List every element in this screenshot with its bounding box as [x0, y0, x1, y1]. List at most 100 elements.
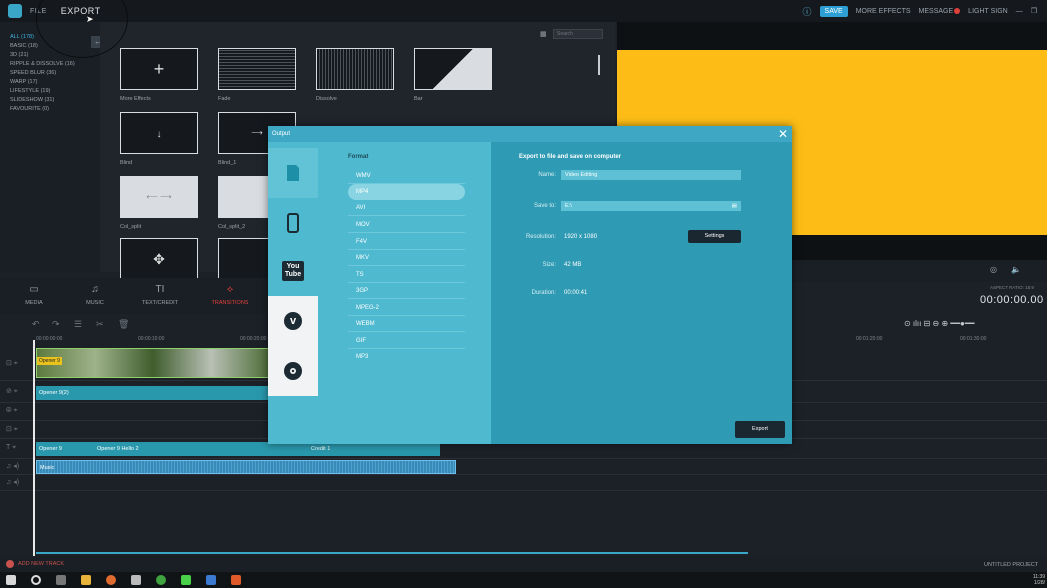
- format-item-ts[interactable]: TS: [348, 267, 465, 283]
- more-effects-link[interactable]: MORE EFFECTS: [856, 8, 911, 15]
- effect-blind[interactable]: ↓: [120, 112, 198, 154]
- format-item-3gp[interactable]: 3GP: [348, 283, 465, 299]
- format-item-avi[interactable]: AVI: [348, 200, 465, 216]
- browser-icon[interactable]: [106, 575, 116, 585]
- category-slideshow[interactable]: SLIDESHOW (31): [0, 95, 100, 104]
- app-icon[interactable]: [231, 575, 241, 585]
- category-speed-blur[interactable]: SPEED BLUR (36): [0, 68, 100, 77]
- music-icon: ♫: [91, 284, 99, 295]
- folder-icon: ▭: [29, 284, 39, 295]
- tab-text-credit[interactable]: TEXT/CREDIT: [130, 300, 190, 306]
- destination-youtube[interactable]: You Tube: [268, 246, 318, 296]
- task-view-icon[interactable]: [56, 575, 66, 585]
- playhead[interactable]: [33, 340, 35, 568]
- message-link[interactable]: MESSAGE: [918, 7, 961, 15]
- size-label: Size:: [542, 262, 556, 268]
- category-lifestyle[interactable]: LIFESTYLE (19): [0, 86, 100, 95]
- save-button[interactable]: SAVE: [819, 5, 848, 17]
- destination-device[interactable]: [268, 148, 318, 198]
- destination-dvd[interactable]: [268, 346, 318, 396]
- effect-more-effects[interactable]: +: [120, 48, 198, 90]
- track-audio-2: ♫ ◂): [0, 475, 1047, 491]
- category-warp[interactable]: WARP (17): [0, 77, 100, 86]
- minimize-icon[interactable]: —: [1016, 8, 1023, 15]
- windows-start-icon[interactable]: [6, 575, 16, 585]
- format-item-mov[interactable]: MOV: [348, 217, 465, 233]
- name-label: Name:: [538, 172, 556, 178]
- format-item-wmv[interactable]: WMV: [348, 168, 465, 184]
- app-icon[interactable]: [181, 575, 191, 585]
- ruler-label: 00:01:20:00: [856, 336, 883, 342]
- undo-icon[interactable]: ↶: [32, 319, 40, 330]
- tab-media[interactable]: MEDIA: [4, 300, 64, 306]
- grid-view-icon[interactable]: ▦: [540, 30, 547, 38]
- effect-label: Col_split: [120, 224, 142, 230]
- effect-fade[interactable]: [218, 48, 296, 90]
- format-item-mkv[interactable]: MKV: [348, 250, 465, 266]
- add-new-track-button[interactable]: ADD NEW TRACK: [18, 561, 64, 567]
- login-link[interactable]: LIGHT SIGN: [968, 8, 1008, 15]
- name-field[interactable]: Video Editing: [561, 170, 741, 180]
- app-icon[interactable]: [156, 575, 166, 585]
- file-explorer-icon[interactable]: [81, 575, 91, 585]
- youtube-icon: You Tube: [281, 261, 305, 281]
- add-track-icon[interactable]: [6, 560, 14, 568]
- search-input[interactable]: Search: [553, 29, 603, 39]
- video-clip[interactable]: Opener 9: [36, 348, 270, 378]
- tab-music[interactable]: MUSIC: [65, 300, 125, 306]
- redo-icon[interactable]: ↷: [52, 319, 60, 330]
- resolution-value: 1920 x 1080: [564, 234, 598, 240]
- export-button[interactable]: Export: [735, 421, 785, 438]
- store-icon[interactable]: [131, 575, 141, 585]
- app-icon[interactable]: [206, 575, 216, 585]
- text-clip[interactable]: Opener 9 Hello 2: [94, 442, 308, 456]
- snapshot-icon[interactable]: ◎: [990, 265, 997, 274]
- text-icon: TI: [155, 284, 165, 295]
- music-clip[interactable]: Music: [36, 460, 456, 474]
- overlay-track-icon: ⊘ ⌖: [6, 388, 18, 395]
- audio-track-icon: ♫ ◂): [6, 479, 20, 486]
- format-item-mp4[interactable]: MP4: [348, 184, 465, 200]
- effect-col-split[interactable]: ⟵ ⟶: [120, 176, 198, 218]
- restore-icon[interactable]: ❐: [1031, 7, 1037, 15]
- close-icon[interactable]: ✕: [778, 127, 788, 141]
- scrollbar[interactable]: [598, 55, 600, 75]
- size-value: 42 MB: [564, 262, 582, 268]
- delete-icon[interactable]: 🗑: [118, 319, 129, 330]
- text-clip[interactable]: Credit 1: [308, 442, 440, 456]
- timeline-scrollbar[interactable]: [36, 552, 748, 554]
- message-label: MESSAGE: [918, 7, 954, 15]
- ruler-label: 00:01:30:00: [960, 336, 987, 342]
- destination-phone[interactable]: [268, 198, 318, 248]
- format-item-mp3[interactable]: MP3: [348, 349, 465, 365]
- text-clip[interactable]: Opener 9: [36, 442, 94, 456]
- pip-track-icon: ⊡ ⌖: [6, 426, 18, 433]
- ruler-label: 00:00:10:00: [138, 336, 165, 342]
- effect-zoom[interactable]: ✥: [120, 238, 198, 280]
- help-icon[interactable]: ⓘ: [803, 5, 812, 18]
- export-header: Export to file and save on computer: [519, 154, 622, 160]
- tab-transitions[interactable]: TRANSITIONS: [200, 300, 260, 306]
- volume-icon[interactable]: 🔈: [1011, 265, 1021, 274]
- format-item-gif[interactable]: GIF: [348, 333, 465, 349]
- settings-button[interactable]: Settings: [688, 230, 741, 243]
- category-ripple[interactable]: RIPPLE & DISSOLVE (16): [0, 59, 100, 68]
- save-to-field[interactable]: E:\ ▤: [561, 201, 741, 211]
- timeline-footer: [0, 556, 1047, 572]
- settings-icon[interactable]: ☰: [74, 319, 82, 330]
- folder-icon[interactable]: ▤: [732, 201, 737, 211]
- format-item-webm[interactable]: WEBM: [348, 316, 465, 332]
- music-track-icon: ♫ ◂): [6, 463, 20, 470]
- overlay-clip[interactable]: Opener 9(2): [36, 386, 270, 400]
- search-icon[interactable]: [31, 575, 41, 585]
- zoom-controls[interactable]: ⊙ ılıı ⊟ ⊖ ⊕ ━━●━━: [904, 319, 974, 328]
- format-item-f4v[interactable]: F4V: [348, 234, 465, 250]
- destination-vimeo[interactable]: v: [268, 296, 318, 346]
- category-favourite[interactable]: FAVOURITE (0): [0, 104, 100, 113]
- format-item-mpeg2[interactable]: MPEG-2: [348, 300, 465, 316]
- cut-icon[interactable]: ✂: [96, 319, 104, 330]
- effect-dissolve[interactable]: [316, 48, 394, 90]
- arrow-down-icon: ↓: [156, 129, 162, 140]
- plus-icon: +: [153, 59, 165, 79]
- effect-bar[interactable]: [414, 48, 492, 90]
